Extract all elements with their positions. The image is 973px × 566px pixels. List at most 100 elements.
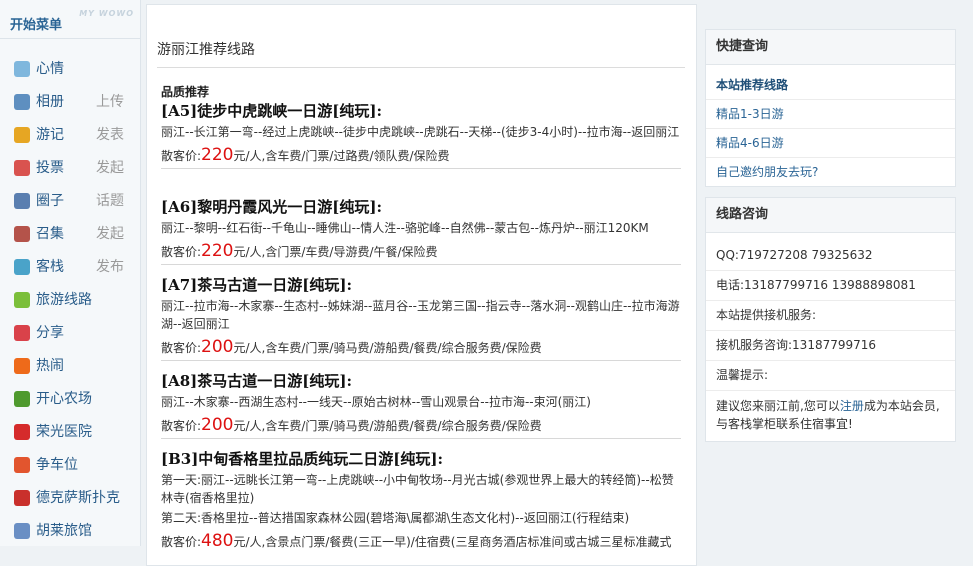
sidebar-item-10[interactable]: 热闹	[0, 351, 140, 381]
sidebar-title: 开始菜单	[10, 18, 63, 33]
consult-qq: QQ:719727208 79325632	[706, 241, 955, 271]
quick-search-panel: 快捷查询 本站推荐线路 精品1-3日游 精品4-6日游 自己邀约朋友去玩?	[705, 29, 956, 187]
main-content: 游丽江推荐线路 品质推荐 [A5]徒步中虎跳峡一日游[纯玩]: 丽江--长江第一…	[146, 4, 697, 566]
route-item-a5: [A5]徒步中虎跳峡一日游[纯玩]: 丽江--长江第一弯--经过上虎跳峡--徒步…	[161, 101, 681, 169]
section-label: 品质推荐	[161, 85, 210, 99]
sidebar-item-14[interactable]: 德克萨斯扑克	[0, 483, 140, 513]
sidebar-item-label: 分享	[36, 325, 64, 341]
sidebar-item-5[interactable]: 圈子 话题	[0, 186, 140, 216]
quick-link-1-3-days[interactable]: 精品1-3日游	[706, 100, 955, 129]
consult-pickup-phone: 接机服务咨询:13187799716	[706, 331, 955, 361]
route-price: 散客价:200元/人,含车费/门票/骑马费/游船费/餐费/综合服务费/保险费	[161, 337, 681, 358]
route-item-b3: [B3]中甸香格里拉品质纯玩二日游[纯玩]: 第一天:丽江--远眺长江第一弯--…	[161, 449, 681, 552]
route-consult-panel: 线路咨询 QQ:719727208 79325632 电话:1318779971…	[705, 197, 956, 442]
sidebar-item-9[interactable]: 分享	[0, 318, 140, 348]
sidebar-item-action[interactable]: 发起	[96, 153, 124, 183]
consult-phone: 电话:13187799716 13988898081	[706, 271, 955, 301]
route-title[interactable]: [A8]茶马古道一日游[纯玩]:	[161, 371, 681, 391]
sprout-icon	[14, 391, 30, 407]
price-suffix: 元/人,含门票/车费/导游费/午餐/保险费	[233, 245, 438, 259]
consult-title: 线路咨询	[706, 198, 955, 233]
consult-tip-label: 温馨提示:	[706, 361, 955, 391]
price-value: 480	[201, 531, 234, 551]
sidebar-item-3[interactable]: 游记 发表	[0, 120, 140, 150]
quick-link-recommended[interactable]: 本站推荐线路	[706, 71, 955, 100]
sidebar-item-label: 投票	[36, 160, 64, 176]
price-value: 220	[201, 241, 234, 261]
sidebar-item-2[interactable]: 相册 上传	[0, 87, 140, 117]
register-link[interactable]: 注册	[840, 399, 864, 413]
sidebar-item-label: 德克萨斯扑克	[36, 490, 120, 506]
route-title[interactable]: [A6]黎明丹霞风光一日游[纯玩]:	[161, 197, 681, 217]
sidebar-item-action[interactable]: 话题	[96, 186, 124, 216]
sidebar-item-action[interactable]: 发起	[96, 219, 124, 249]
sidebar-item-label: 客栈	[36, 259, 64, 275]
price-value: 200	[201, 415, 234, 435]
red-cross-icon	[14, 424, 30, 440]
route-price: 散客价:200元/人,含车费/门票/骑马费/游船费/餐费/综合服务费/保险费	[161, 415, 681, 436]
sidebar-item-4[interactable]: 投票 发起	[0, 153, 140, 183]
sidebar-item-label: 荣光医院	[36, 424, 92, 440]
quick-link-invite-friends[interactable]: 自己邀约朋友去玩?	[706, 158, 955, 186]
bar-chart-icon	[14, 160, 30, 176]
sidebar-item-12[interactable]: 荣光医院	[0, 417, 140, 447]
tip-before: 建议您来丽江前,您可以	[716, 399, 840, 413]
price-prefix: 散客价:	[161, 149, 202, 163]
sidebar-item-label: 召集	[36, 226, 64, 242]
price-suffix: 元/人,含车费/门票/骑马费/游船费/餐费/综合服务费/保险费	[233, 341, 542, 355]
sidebar-item-label: 热闹	[36, 358, 64, 374]
route-divider	[161, 360, 681, 361]
sidebar-item-7[interactable]: 客栈 发布	[0, 252, 140, 282]
sidebar: 开始菜单 MY WOWO 心情 相册 上传 游记 发表 投票 发起 圈子 话题 召集 发起 客栈 发布旅…	[0, 0, 141, 546]
route-price: 散客价:220元/人,含门票/车费/导游费/午餐/保险费	[161, 241, 681, 262]
poker-chip-icon	[14, 490, 30, 506]
route-description: 丽江--木家寨--西湖生态村--一线天--原始古树林--雪山观景台--拉市海--…	[161, 395, 591, 409]
sidebar-item-label: 心情	[36, 61, 64, 77]
sidebar-item-1[interactable]: 心情	[0, 54, 140, 84]
price-suffix: 元/人,含景点门票/餐费(三正一早)/住宿费(三星商务酒店标准间或古城三星标准藏…	[233, 535, 672, 549]
price-prefix: 散客价:	[161, 535, 202, 549]
quick-link-4-6-days[interactable]: 精品4-6日游	[706, 129, 955, 158]
sidebar-item-15[interactable]: 胡莱旅馆	[0, 516, 140, 546]
route-divider	[161, 438, 681, 439]
sidebar-watermark: MY WOWO	[79, 9, 134, 18]
route-item-a7: [A7]茶马古道一日游[纯玩]: 丽江--拉市海--木家寨--生态村--姊妹湖-…	[161, 275, 681, 361]
route-title[interactable]: [A7]茶马古道一日游[纯玩]:	[161, 275, 681, 295]
route-description-day2: 第二天:香格里拉--普达措国家森林公园(碧塔海\属都湖\生态文化村)--返回丽江…	[161, 511, 630, 525]
price-prefix: 散客价:	[161, 341, 202, 355]
route-description: 丽江--黎明--红石街--千龟山--睡佛山--情人泩--骆驼峰--自然佛--蒙古…	[161, 221, 649, 235]
sidebar-item-13[interactable]: 争车位	[0, 450, 140, 480]
sidebar-item-action[interactable]: 上传	[96, 87, 124, 117]
sidebar-item-label: 争车位	[36, 457, 78, 473]
sidebar-item-label: 开心农场	[36, 391, 92, 407]
calendar-icon	[14, 226, 30, 242]
quick-search-title: 快捷查询	[706, 30, 955, 65]
panel-spacer	[706, 233, 955, 241]
heart-share-icon	[14, 325, 30, 341]
sidebar-item-action[interactable]: 发布	[96, 252, 124, 282]
sidebar-item-action[interactable]: 发表	[96, 120, 124, 150]
sidebar-header: 开始菜单 MY WOWO	[0, 0, 140, 39]
price-suffix: 元/人,含车费/门票/过路费/领队费/保险费	[233, 149, 450, 163]
hotel-icon	[14, 523, 30, 539]
sidebar-item-label: 圈子	[36, 193, 64, 209]
sidebar-item-8[interactable]: 旅游线路	[0, 285, 140, 315]
route-divider	[161, 168, 681, 169]
route-item-a8: [A8]茶马古道一日游[纯玩]: 丽江--木家寨--西湖生态村--一线天--原始…	[161, 371, 681, 439]
route-title[interactable]: [A5]徒步中虎跳峡一日游[纯玩]:	[161, 101, 681, 121]
price-value: 220	[201, 145, 234, 165]
fire-icon	[14, 358, 30, 374]
sidebar-item-6[interactable]: 召集 发起	[0, 219, 140, 249]
price-prefix: 散客价:	[161, 245, 202, 259]
consult-tip-text: 建议您来丽江前,您可以注册成为本站会员,与客栈掌柜联系住宿事宜!	[706, 391, 955, 441]
notebook-icon	[14, 127, 30, 143]
route-title[interactable]: [B3]中甸香格里拉品质纯玩二日游[纯玩]:	[161, 449, 681, 469]
chat-bubble-icon	[14, 61, 30, 77]
title-divider	[157, 67, 685, 68]
price-prefix: 散客价:	[161, 419, 202, 433]
sidebar-item-11[interactable]: 开心农场	[0, 384, 140, 414]
sidebar-item-label: 旅游线路	[36, 292, 92, 308]
route-item-a6: [A6]黎明丹霞风光一日游[纯玩]: 丽江--黎明--红石街--千龟山--睡佛山…	[161, 197, 681, 265]
sidebar-item-label: 胡莱旅馆	[36, 523, 92, 539]
route-description: 丽江--长江第一弯--经过上虎跳峡--徒步中虎跳峡--虎跳石--天梯--(徒步3…	[161, 125, 680, 139]
